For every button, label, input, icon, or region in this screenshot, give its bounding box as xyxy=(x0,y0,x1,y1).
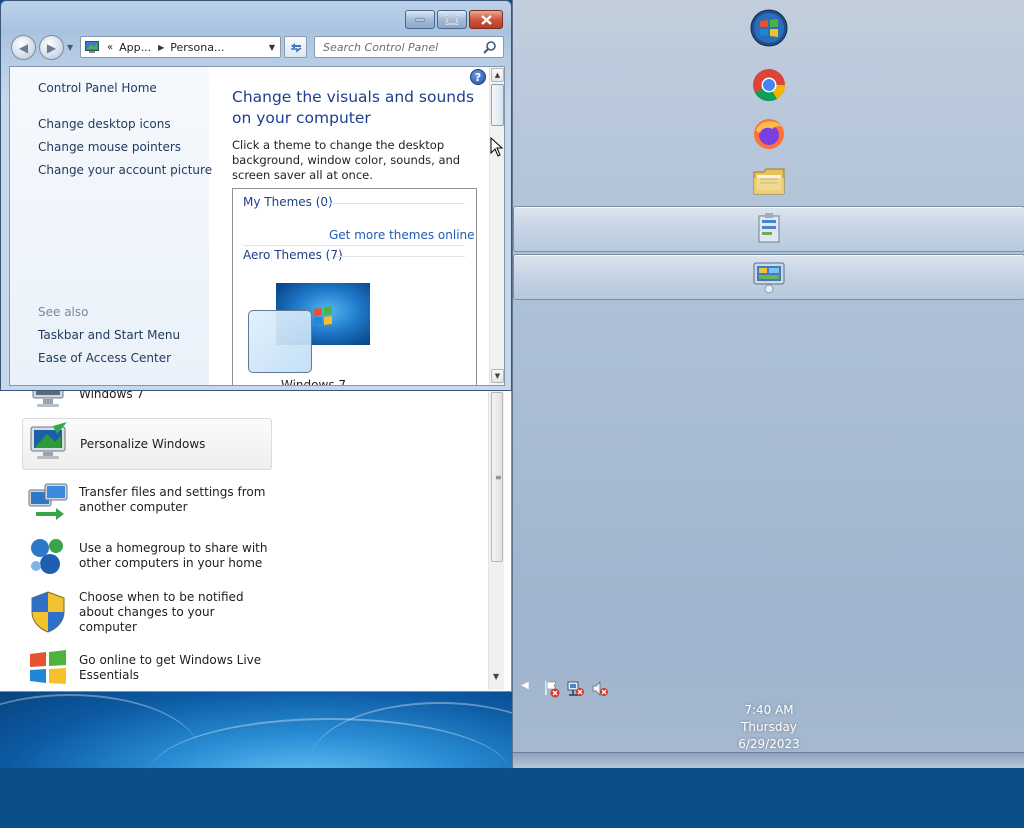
firefox-icon[interactable] xyxy=(749,114,789,154)
refresh-button[interactable] xyxy=(284,36,307,58)
recent-pages-dropdown[interactable]: ▼ xyxy=(67,43,73,52)
taskbar: ◀ 7:40 AM Thursday 6/29/2023 xyxy=(512,0,1024,768)
group-divider xyxy=(325,203,465,204)
search-icon[interactable] xyxy=(483,40,497,57)
scroll-down-arrow[interactable]: ▼ xyxy=(493,672,499,681)
scrollbar-thumb[interactable] xyxy=(491,84,504,126)
start-menu-item-uac[interactable]: Choose when to be notified about changes… xyxy=(22,586,272,638)
desktop-wallpaper xyxy=(0,688,570,768)
action-center-error-icon[interactable] xyxy=(543,680,561,698)
search-input[interactable] xyxy=(321,39,483,55)
get-more-themes-link[interactable]: Get more themes online xyxy=(329,228,475,242)
control-panel-icon xyxy=(85,41,99,53)
homegroup-icon xyxy=(24,532,72,580)
forward-button[interactable]: ▶ xyxy=(39,35,64,60)
tasks-pane: Control Panel Home Change desktop icons … xyxy=(10,67,212,385)
start-menu-item-transfer[interactable]: Transfer files and settings from another… xyxy=(22,474,272,526)
start-menu-panel: Windows 7 Personalize Windows Transfer f… xyxy=(0,377,512,694)
forward-arrow-icon: ▶ xyxy=(46,40,57,55)
scroll-down-arrow[interactable]: ▼ xyxy=(491,369,504,383)
start-menu-item-label: Transfer files and settings from another… xyxy=(79,485,266,514)
aero-themes-group-label[interactable]: Aero Themes (7) xyxy=(243,248,343,262)
start-menu-item-label: Use a homegroup to share with other comp… xyxy=(79,541,268,570)
group-divider xyxy=(335,256,465,257)
main-content: Change the visuals and sounds on your co… xyxy=(209,67,489,385)
search-box[interactable] xyxy=(314,36,504,58)
breadcrumb-item[interactable]: Persona... xyxy=(170,41,224,54)
start-menu-item-homegroup[interactable]: Use a homegroup to share with other comp… xyxy=(22,530,272,582)
window-client-area: Control Panel Home Change desktop icons … xyxy=(9,66,505,386)
page-description: Click a theme to change the desktop back… xyxy=(232,138,461,182)
theme-name-label[interactable]: Windows 7 xyxy=(281,378,346,385)
personalize-icon xyxy=(25,420,73,468)
start-orb-icon[interactable] xyxy=(749,8,789,48)
breadcrumb-chevron-icon[interactable]: ▶ xyxy=(158,43,164,52)
show-hidden-icons-arrow[interactable]: ◀ xyxy=(521,680,529,691)
task-manager-icon[interactable] xyxy=(749,209,789,249)
personalization-window: ◀ ▶ ▼ « App... ▶ Persona... ▼ Control Pa… xyxy=(0,0,512,391)
uac-shield-icon xyxy=(24,588,72,636)
content-scrollbar[interactable]: ▲ ▼ xyxy=(489,67,504,385)
breadcrumb-overflow[interactable]: « xyxy=(107,42,113,53)
start-menu-item-label: Choose when to be notified about changes… xyxy=(79,589,244,634)
address-bar[interactable]: « App... ▶ Persona... ▼ xyxy=(80,36,281,58)
windows-live-icon xyxy=(24,644,72,692)
chrome-icon[interactable] xyxy=(749,65,789,105)
maximize-button[interactable] xyxy=(437,10,467,29)
back-button[interactable]: ◀ xyxy=(11,35,36,60)
change-mouse-pointers-link[interactable]: Change mouse pointers xyxy=(38,140,181,154)
network-error-icon[interactable] xyxy=(567,680,585,698)
start-menu-item-windows-live[interactable]: Go online to get Windows Live Essentials xyxy=(22,642,272,694)
change-desktop-icons-link[interactable]: Change desktop icons xyxy=(38,117,171,131)
group-divider xyxy=(243,245,465,246)
clock-date: 6/29/2023 xyxy=(738,737,800,751)
transfer-icon xyxy=(24,476,72,524)
control-panel-home-link[interactable]: Control Panel Home xyxy=(38,81,157,95)
show-desktop-strip[interactable] xyxy=(513,752,1024,768)
page-title: Change the visuals and sounds on your co… xyxy=(232,88,475,127)
back-arrow-icon: ◀ xyxy=(18,40,29,55)
volume-muted-icon[interactable] xyxy=(591,680,609,698)
scroll-up-arrow[interactable]: ▲ xyxy=(491,68,504,82)
change-account-picture-link[interactable]: Change your account picture xyxy=(38,163,212,177)
ease-of-access-link[interactable]: Ease of Access Center xyxy=(38,351,171,365)
breadcrumb-item[interactable]: App... xyxy=(119,41,151,54)
control-panel-icon[interactable] xyxy=(749,257,789,297)
clock-day: Thursday xyxy=(741,720,797,734)
chevron-down-icon[interactable]: ▼ xyxy=(269,43,275,52)
start-menu-item-label: Personalize Windows xyxy=(80,436,206,451)
start-menu-item-label: Go online to get Windows Live Essentials xyxy=(79,653,262,682)
file-explorer-icon[interactable] xyxy=(749,161,789,201)
my-themes-group-label[interactable]: My Themes (0) xyxy=(243,195,333,209)
help-icon[interactable]: ? xyxy=(470,69,486,85)
start-menu-item-personalize[interactable]: Personalize Windows xyxy=(22,418,272,470)
themes-list: My Themes (0) Get more themes online Aer… xyxy=(232,188,477,385)
start-menu-scrollbar[interactable]: ≡ ▼ xyxy=(488,386,504,690)
taskbar-start-menu-link[interactable]: Taskbar and Start Menu xyxy=(38,328,180,342)
mouse-cursor-icon xyxy=(490,137,504,157)
clock-time: 7:40 AM xyxy=(744,703,794,717)
window-color-preview xyxy=(248,310,312,373)
taskbar-clock[interactable]: 7:40 AM Thursday 6/29/2023 xyxy=(713,702,825,753)
close-button[interactable] xyxy=(469,10,503,29)
refresh-icon xyxy=(290,43,301,53)
scrollbar-thumb[interactable]: ≡ xyxy=(491,392,503,562)
minimize-button[interactable] xyxy=(405,10,435,29)
see-also-label: See also xyxy=(38,305,89,319)
